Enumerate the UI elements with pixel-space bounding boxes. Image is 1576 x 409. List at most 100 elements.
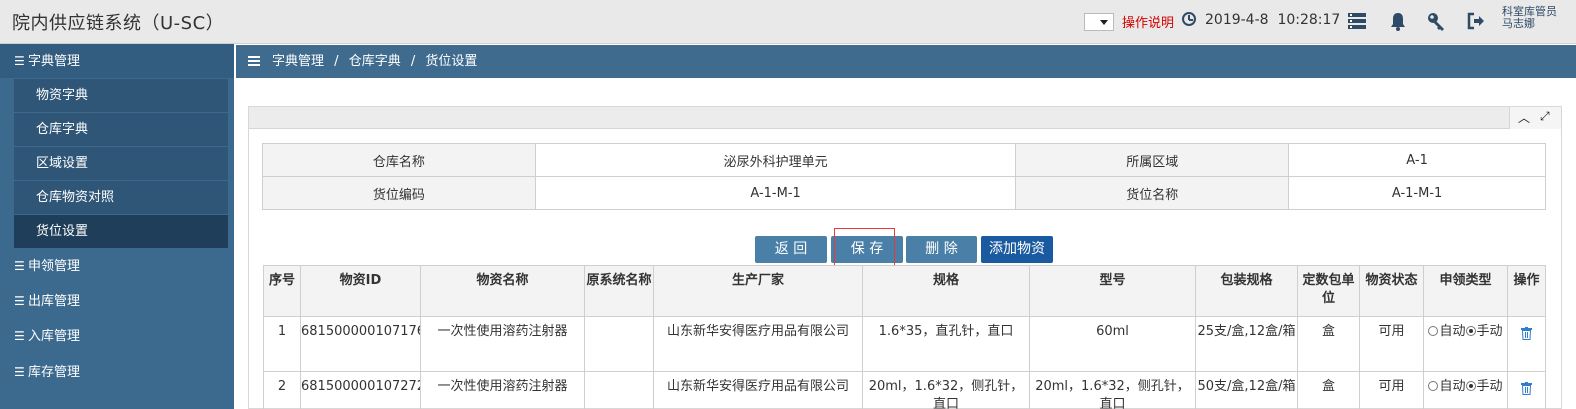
- cell-spec: 20ml，1.6*32，侧孔针，直口: [862, 371, 1030, 409]
- radio-auto-label: 自动: [1439, 379, 1466, 394]
- radio-auto[interactable]: [1428, 381, 1439, 391]
- col-header: 物资名称: [420, 265, 585, 317]
- sidebar-group-label: 字典管理: [28, 54, 81, 69]
- breadcrumb-item[interactable]: 字典管理: [272, 54, 324, 69]
- location-name-label: 货位名称: [1015, 176, 1290, 210]
- breadcrumb-item[interactable]: 仓库字典: [349, 54, 401, 69]
- cell-model: 20ml，1.6*32，侧孔针，直口: [1029, 371, 1196, 409]
- cell-status: 可用: [1359, 316, 1424, 372]
- cell-pack: 50支/盒,12盒/箱: [1195, 371, 1298, 409]
- sidebar-group-dictionary[interactable]: ☰ 字典管理: [0, 44, 234, 78]
- logout-icon[interactable]: [1465, 10, 1487, 32]
- cell-name: 一次性使用溶药注射器: [420, 316, 585, 372]
- user-info[interactable]: 科室库管员 马志娜: [1502, 6, 1557, 30]
- col-header: 物资ID: [300, 265, 421, 317]
- cell-action: [1507, 371, 1546, 409]
- col-header: 申领类型: [1423, 265, 1508, 317]
- warehouse-name-label: 仓库名称: [262, 143, 536, 177]
- sidebar-item-location-settings[interactable]: 货位设置: [14, 215, 228, 248]
- cell-unit: 盒: [1297, 316, 1360, 372]
- cell-maker: 山东新华安得医疗用品有限公司: [653, 371, 863, 409]
- menu-toggle-icon[interactable]: [248, 56, 260, 66]
- sidebar-item-material-dictionary[interactable]: 物资字典: [14, 79, 228, 112]
- delete-button[interactable]: 删 除: [906, 236, 977, 263]
- sidebar-group-label: 库存管理: [28, 365, 81, 380]
- sidebar-item-area-settings[interactable]: 区域设置: [14, 147, 228, 180]
- warehouse-name-value: 泌尿外科护理单元: [534, 143, 1017, 177]
- list-icon: ☰: [14, 365, 25, 379]
- trash-icon[interactable]: [1521, 327, 1532, 340]
- table-header-row: 序号 物资ID 物资名称 原系统名称 生产厂家 规格 型号 包装规格 定数包单位…: [263, 265, 1546, 317]
- expand-icon[interactable]: ⤢: [1540, 109, 1550, 124]
- cell-maker: 山东新华安得医疗用品有限公司: [653, 316, 863, 372]
- cell-no: 1: [263, 316, 301, 372]
- breadcrumb-separator: /: [334, 54, 339, 69]
- location-code-value: A-1-M-1: [534, 176, 1017, 210]
- sidebar-group-outbound[interactable]: ☰ 出库管理: [0, 284, 234, 318]
- list-icon: ☰: [14, 54, 25, 68]
- app-title: 院内供应链系统（U-SC）: [12, 13, 225, 34]
- cell-action: [1507, 316, 1546, 372]
- cell-orig-name: [584, 316, 654, 372]
- list-icon: ☰: [14, 294, 25, 308]
- cell-spec: 1.6*35，直孔针，直口: [862, 316, 1030, 372]
- sidebar: ☰ 字典管理 物资字典 仓库字典 区域设置 仓库物资对照 货位设置 ☰ 申领管理 ☰…: [0, 44, 234, 409]
- panel-tools: ︿ ⤢: [1509, 107, 1561, 129]
- col-header: 包装规格: [1195, 265, 1298, 317]
- panel-header: ︿ ⤢: [249, 107, 1561, 129]
- sidebar-group-label: 出库管理: [28, 294, 81, 309]
- clock-icon: [1182, 12, 1196, 26]
- area-label: 所属区域: [1015, 143, 1290, 177]
- back-button[interactable]: 返 回: [755, 236, 827, 263]
- cell-name: 一次性使用溶药注射器: [420, 371, 585, 409]
- sidebar-group-requisition[interactable]: ☰ 申领管理: [0, 249, 234, 283]
- col-header: 物资状态: [1359, 265, 1424, 317]
- radio-manual-label: 手动: [1476, 324, 1503, 339]
- sidebar-item-label: 物资字典: [36, 88, 89, 103]
- col-header: 定数包单位: [1297, 265, 1360, 317]
- help-link[interactable]: 操作说明: [1122, 12, 1174, 31]
- radio-manual[interactable]: [1465, 326, 1476, 336]
- radio-manual[interactable]: [1465, 381, 1476, 391]
- sidebar-item-warehouse-material-mapping[interactable]: 仓库物资对照: [14, 181, 228, 214]
- key-icon[interactable]: [1425, 10, 1447, 32]
- collapse-icon[interactable]: ︿: [1518, 109, 1530, 126]
- sidebar-item-label: 仓库物资对照: [36, 190, 115, 205]
- sidebar-group-inbound[interactable]: ☰ 入库管理: [0, 319, 234, 353]
- cell-status: 可用: [1359, 371, 1424, 409]
- cell-request-type: 自动 手动: [1423, 371, 1508, 409]
- location-code-label: 货位编码: [262, 176, 536, 210]
- material-table: 序号 物资ID 物资名称 原系统名称 生产厂家 规格 型号 包装规格 定数包单位…: [263, 265, 1546, 409]
- task-list-icon[interactable]: [1346, 10, 1368, 32]
- sidebar-item-warehouse-dictionary[interactable]: 仓库字典: [14, 113, 228, 146]
- cell-unit: 盒: [1297, 371, 1360, 409]
- sidebar-item-label: 仓库字典: [36, 122, 89, 137]
- cell-pack: 25支/盒,12盒/箱: [1195, 316, 1298, 372]
- cell-no: 2: [263, 371, 301, 409]
- language-select[interactable]: [1084, 13, 1114, 31]
- cell-id: 681500000107176: [300, 316, 421, 372]
- col-header: 序号: [263, 265, 301, 317]
- cell-request-type: 自动 手动: [1423, 316, 1508, 372]
- breadcrumb: 字典管理 / 仓库字典 / 货位设置: [272, 45, 483, 78]
- sidebar-group-label: 入库管理: [28, 329, 81, 344]
- col-header: 生产厂家: [653, 265, 863, 317]
- sidebar-group-inventory[interactable]: ☰ 库存管理: [0, 355, 234, 389]
- sidebar-item-label: 区域设置: [36, 156, 89, 171]
- add-material-button[interactable]: 添加物资: [981, 236, 1053, 263]
- list-icon: ☰: [14, 259, 25, 273]
- radio-auto[interactable]: [1428, 326, 1439, 336]
- breadcrumb-bar: 字典管理 / 仓库字典 / 货位设置: [236, 45, 1576, 78]
- user-name: 马志娜: [1502, 17, 1535, 30]
- bell-icon[interactable]: [1387, 10, 1409, 32]
- cell-model: 60ml: [1029, 316, 1196, 372]
- current-datetime: 2019-4-8 10:28:17: [1205, 12, 1341, 28]
- col-header: 操作: [1507, 265, 1546, 317]
- chevron-down-icon: [1100, 20, 1108, 25]
- trash-icon[interactable]: [1521, 382, 1532, 395]
- area-value: A-1: [1288, 143, 1546, 177]
- table-row: 2 681500000107272 一次性使用溶药注射器 山东新华安得医疗用品有…: [263, 371, 1546, 409]
- col-header: 规格: [862, 265, 1030, 317]
- table-row: 1 681500000107176 一次性使用溶药注射器 山东新华安得医疗用品有…: [263, 316, 1546, 372]
- sidebar-group-label: 申领管理: [28, 259, 81, 274]
